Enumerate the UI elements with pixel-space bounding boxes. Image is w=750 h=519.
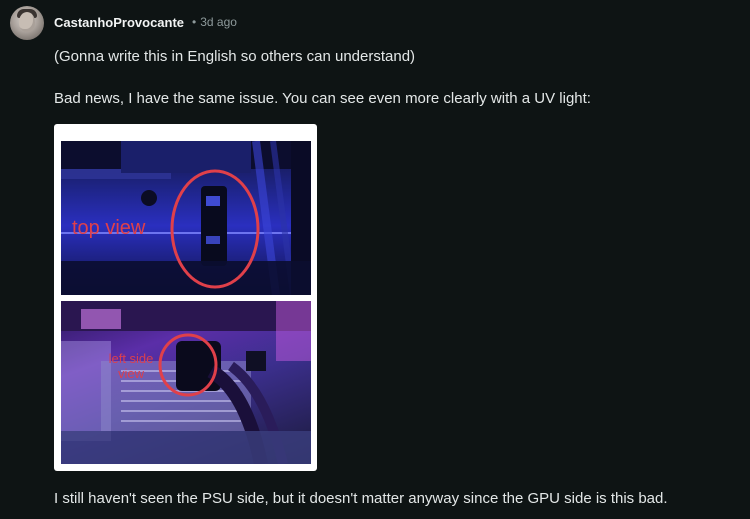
comment-paragraph-1: (Gonna write this in English so others c…: [54, 48, 416, 65]
photo-top-view: top view: [61, 141, 311, 295]
comment-image[interactable]: top view left side view: [54, 124, 317, 471]
comment-header: CastanhoProvocante • 3d ago: [54, 13, 237, 31]
avatar-face: [19, 12, 35, 32]
photo-left-side-view: left side view: [61, 301, 311, 464]
meta-separator: •: [192, 15, 197, 29]
photo-bottom-graphic: [61, 301, 311, 464]
comment: CastanhoProvocante • 3d ago (Gonna write …: [0, 0, 750, 519]
comment-paragraph-2: Bad news, I have the same issue. You can…: [54, 90, 591, 107]
annotation-top-view: top view: [72, 217, 146, 239]
comment-paragraph-3: I still haven't seen the PSU side, but i…: [54, 490, 668, 507]
annotation-left-side-view: left side view: [108, 351, 154, 381]
username[interactable]: CastanhoProvocante: [54, 15, 184, 30]
timestamp[interactable]: 3d ago: [200, 15, 237, 29]
avatar[interactable]: [10, 6, 44, 40]
comment-meta: • 3d ago: [192, 15, 237, 29]
